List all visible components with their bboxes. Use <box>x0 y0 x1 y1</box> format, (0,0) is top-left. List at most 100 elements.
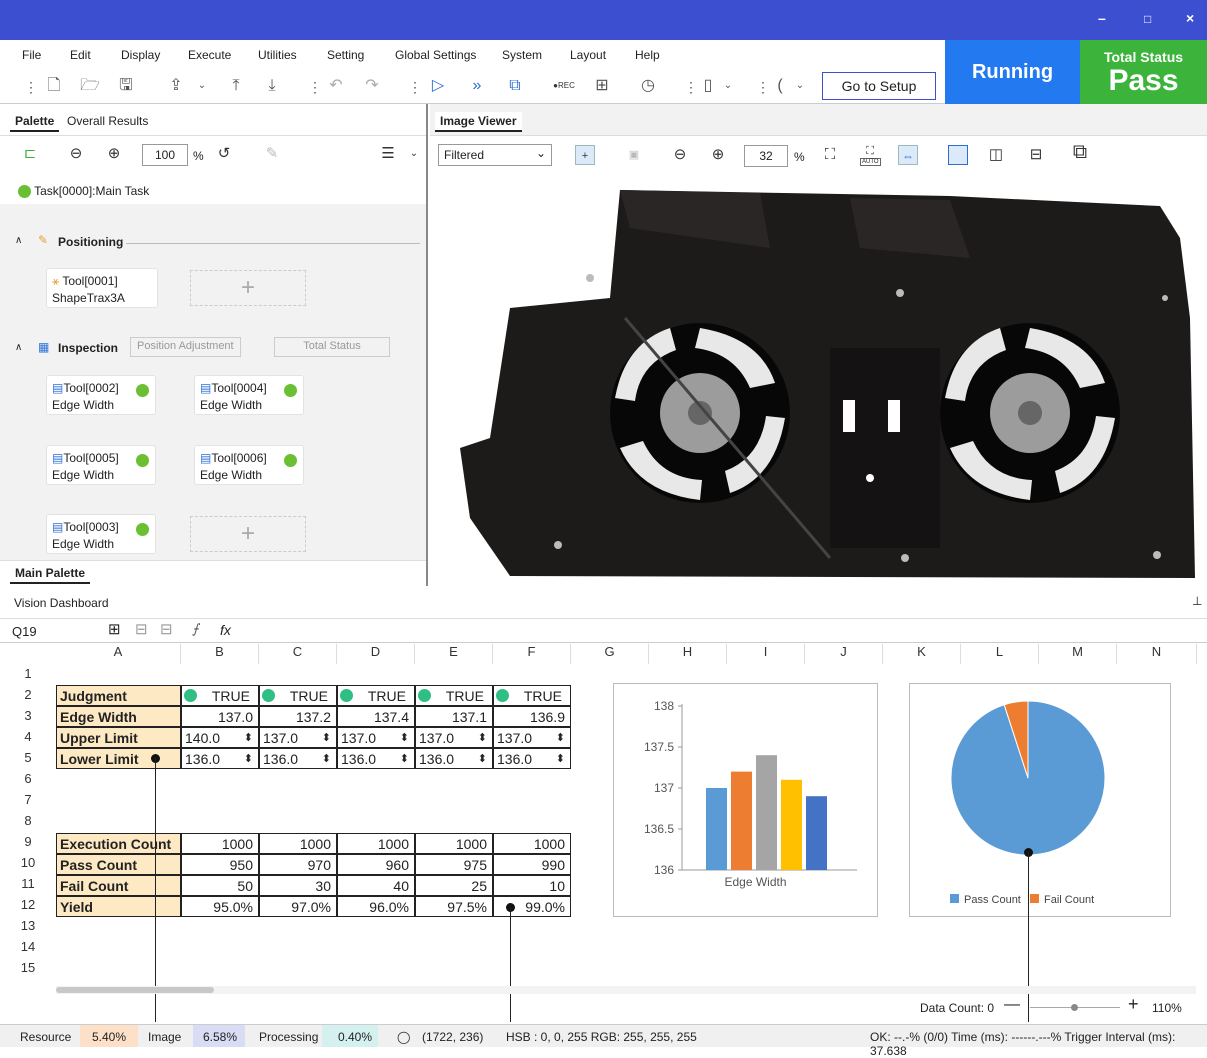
timer-icon[interactable]: ◷ <box>638 76 658 96</box>
spinner-arrows-icon[interactable]: ⬍ <box>556 728 565 749</box>
split-horizontal-icon[interactable]: ⊟ <box>1026 145 1046 165</box>
pass-count-cell[interactable]: 960 <box>337 854 415 875</box>
row-header[interactable]: 2 <box>0 687 56 702</box>
menu-edit[interactable]: Edit <box>70 48 91 62</box>
open-folder-icon[interactable]: 🗁 <box>80 76 100 96</box>
row-header[interactable]: 8 <box>0 813 56 828</box>
list-view-icon[interactable]: ☰ <box>378 144 398 164</box>
clear-formula-icon[interactable]: ⨍ <box>192 621 199 637</box>
spinner-arrows-icon[interactable]: ⬍ <box>556 749 565 770</box>
spinner-arrows-icon[interactable]: ⬍ <box>400 728 409 749</box>
yield-cell[interactable]: 96.0% <box>337 896 415 917</box>
label-cell[interactable]: Execution Count <box>56 833 181 854</box>
tab-overall-results[interactable]: Overall Results <box>62 112 153 130</box>
edge-width-cell[interactable]: 137.4 <box>337 706 415 727</box>
row-header[interactable]: 1 <box>0 666 56 681</box>
main-task-item[interactable]: Task[0000]:Main Task <box>18 184 149 199</box>
row-header[interactable]: 13 <box>0 918 56 933</box>
column-header[interactable]: L <box>961 644 1039 664</box>
image-viewport[interactable] <box>430 188 1207 586</box>
collapse-icon[interactable]: ∧ <box>15 235 22 246</box>
maximize-button[interactable]: □ <box>1144 12 1151 26</box>
column-header[interactable]: K <box>883 644 961 664</box>
chevron-down-icon[interactable]: ⌄ <box>192 76 212 96</box>
viewer-zoom-input[interactable]: 32 <box>744 145 788 167</box>
overlay-icon[interactable]: ⧉ <box>1070 142 1090 162</box>
chevron-down-icon[interactable]: ⌄ <box>718 76 738 96</box>
edge-width-cell[interactable]: 136.9 <box>493 706 571 727</box>
yield-cell[interactable]: 99.0% <box>493 896 571 917</box>
delete-row-icon[interactable]: ⊟ <box>135 620 148 638</box>
spinner-arrows-icon[interactable]: ⬍ <box>322 749 331 770</box>
row-header[interactable]: 6 <box>0 771 56 786</box>
pin-icon[interactable]: ⊥ <box>1192 594 1202 608</box>
upper-limit-spinner[interactable]: 137.0 ⬍ <box>259 727 337 748</box>
fail-count-cell[interactable]: 50 <box>181 875 259 896</box>
total-status-label[interactable]: Total Status <box>274 337 390 357</box>
tab-palette[interactable]: Palette <box>10 112 60 132</box>
device-icon[interactable]: ▯ <box>698 76 718 96</box>
column-header[interactable]: C <box>259 644 337 664</box>
judgment-cell[interactable]: TRUE <box>259 685 337 706</box>
column-header[interactable]: N <box>1117 644 1197 664</box>
filter-select[interactable]: Filtered ⌄ <box>438 144 552 166</box>
formula-icon[interactable]: fx <box>220 622 231 638</box>
select-region-icon[interactable]: + <box>575 145 595 165</box>
label-cell[interactable]: Lower Limit <box>56 748 181 769</box>
tool-card[interactable]: ▤Tool[0002] Edge Width <box>46 375 156 415</box>
spinner-arrows-icon[interactable]: ⬍ <box>322 728 331 749</box>
column-header[interactable]: J <box>805 644 883 664</box>
lower-limit-spinner[interactable]: 136.0 ⬍ <box>181 748 259 769</box>
zoom-out-button[interactable]: — <box>1004 996 1020 1014</box>
judgment-cell[interactable]: TRUE <box>415 685 493 706</box>
lower-limit-spinner[interactable]: 136.0 ⬍ <box>337 748 415 769</box>
column-header[interactable]: B <box>181 644 259 664</box>
spinner-arrows-icon[interactable]: ⬍ <box>244 728 253 749</box>
single-view-icon[interactable] <box>948 145 968 165</box>
menu-layout[interactable]: Layout <box>570 48 606 62</box>
capture-icon[interactable]: ▣ <box>624 145 644 165</box>
fail-count-cell[interactable]: 10 <box>493 875 571 896</box>
judgment-cell[interactable]: TRUE <box>181 685 259 706</box>
yield-cell[interactable]: 95.0% <box>181 896 259 917</box>
edge-width-bar-chart[interactable]: 138 137.5 137 136.5 136 Edge Width <box>613 683 878 917</box>
row-header[interactable]: 10 <box>0 855 56 870</box>
cell-reference[interactable]: Q19 <box>12 624 37 639</box>
export-icon[interactable]: ⇪ <box>166 76 186 96</box>
palette-zoom-input[interactable]: 100 <box>142 144 188 166</box>
edge-width-cell[interactable]: 137.1 <box>415 706 493 727</box>
zoom-out-icon[interactable]: ⊖ <box>66 144 86 164</box>
row-header[interactable]: 9 <box>0 834 56 849</box>
spinner-arrows-icon[interactable]: ⬍ <box>478 728 487 749</box>
tool-card[interactable]: ▤Tool[0004] Edge Width <box>194 375 304 415</box>
execution-count-cell[interactable]: 1000 <box>493 833 571 854</box>
run-mode-icon[interactable]: ⧉ <box>505 76 525 96</box>
execution-count-cell[interactable]: 1000 <box>181 833 259 854</box>
signal-icon[interactable]: ( <box>770 76 790 96</box>
add-tool-button[interactable]: + <box>190 516 306 552</box>
menu-execute[interactable]: Execute <box>188 48 231 62</box>
label-cell[interactable]: Pass Count <box>56 854 181 875</box>
pass-count-cell[interactable]: 975 <box>415 854 493 875</box>
run-continuous-icon[interactable]: » <box>467 76 487 96</box>
fail-count-cell[interactable]: 40 <box>337 875 415 896</box>
pass-count-cell[interactable]: 950 <box>181 854 259 875</box>
sync-icon[interactable]: ⇔ <box>898 145 918 165</box>
menu-help[interactable]: Help <box>635 48 660 62</box>
column-header[interactable]: E <box>415 644 493 664</box>
tool-card[interactable]: ▤Tool[0005] Edge Width <box>46 445 156 485</box>
upper-limit-spinner[interactable]: 137.0 ⬍ <box>493 727 571 748</box>
pass-fail-pie-chart[interactable]: Pass Count Fail Count <box>909 683 1171 917</box>
label-cell[interactable]: Judgment <box>56 685 181 706</box>
reset-zoom-icon[interactable]: ↺ <box>214 144 234 164</box>
execution-count-cell[interactable]: 1000 <box>259 833 337 854</box>
delete-col-icon[interactable]: ⊟ <box>160 620 173 638</box>
column-header[interactable]: D <box>337 644 415 664</box>
spinner-arrows-icon[interactable]: ⬍ <box>244 749 253 770</box>
menu-display[interactable]: Display <box>121 48 160 62</box>
zoom-in-icon[interactable]: ⊕ <box>104 144 124 164</box>
lower-limit-spinner[interactable]: 136.0 ⬍ <box>415 748 493 769</box>
menu-utilities[interactable]: Utilities <box>258 48 297 62</box>
yield-cell[interactable]: 97.0% <box>259 896 337 917</box>
split-vertical-icon[interactable]: ◫ <box>986 145 1006 165</box>
